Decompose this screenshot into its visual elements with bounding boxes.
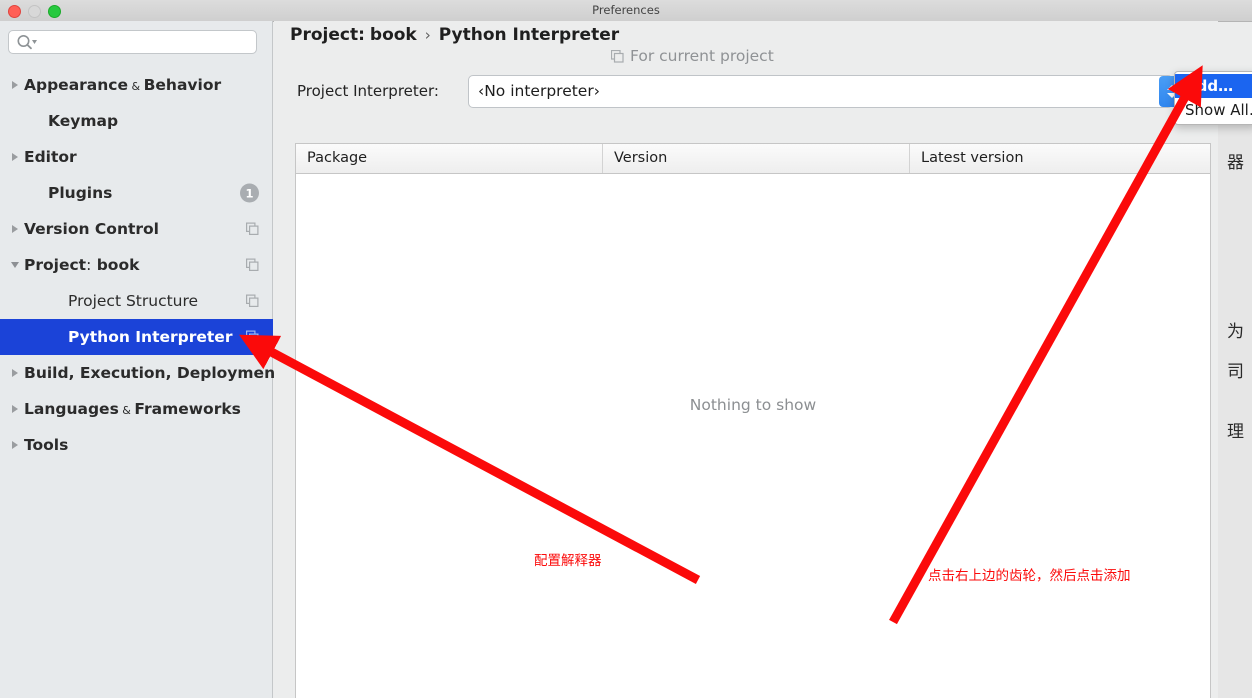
sidebar-item-tools[interactable]: Tools bbox=[0, 427, 273, 463]
scope-note-label: For current project bbox=[630, 47, 774, 65]
window-title: Preferences bbox=[592, 3, 660, 17]
project-interpreter-row: Project Interpreter: ‹No interpreter› bbox=[290, 75, 1190, 109]
sidebar-item-ampersand: & bbox=[118, 404, 135, 417]
sidebar-item-label-secondary: book bbox=[91, 256, 140, 274]
background-cjk-fragment: 司 bbox=[1227, 362, 1244, 382]
popup-menu-item-show-all[interactable]: Show All… bbox=[1175, 98, 1252, 122]
sidebar-item-label: Project Structure bbox=[68, 292, 199, 310]
sidebar-item-label: Version Control bbox=[24, 220, 159, 238]
project-interpreter-value: ‹No interpreter› bbox=[478, 82, 600, 100]
sidebar-item-label: Project: book bbox=[24, 256, 140, 274]
preferences-window: 器为司理 Preferences Appearance & Behavior Ke… bbox=[0, 0, 1252, 698]
sidebar-item-label: Python Interpreter bbox=[68, 328, 233, 346]
expander-collapsed-icon[interactable] bbox=[6, 211, 24, 247]
packages-empty-message: Nothing to show bbox=[689, 396, 817, 414]
sidebar-item-label: Plugins bbox=[48, 184, 113, 202]
packages-table-column-header[interactable]: Package bbox=[296, 144, 603, 173]
breadcrumb-current-page: Python Interpreter bbox=[438, 25, 620, 45]
search-field[interactable] bbox=[8, 30, 257, 54]
project-interpreter-combobox[interactable]: ‹No interpreter› bbox=[468, 75, 1173, 108]
copy-icon bbox=[246, 258, 259, 272]
copy-icon bbox=[246, 294, 259, 308]
configure-interpreter-note: 配置解释器 bbox=[534, 553, 602, 569]
sidebar-item-label: Appearance & Behavior bbox=[24, 76, 222, 94]
sidebar-item-label: Keymap bbox=[48, 112, 119, 130]
project-interpreter-label: Project Interpreter: bbox=[297, 82, 439, 100]
scope-note: For current project bbox=[611, 47, 774, 65]
sidebar-item-version-control[interactable]: Version Control bbox=[0, 211, 273, 247]
sidebar-item-label: Tools bbox=[24, 436, 69, 454]
breadcrumb: Project : book › Python Interpreter bbox=[290, 25, 619, 45]
sidebar-item-label: Languages & Frameworks bbox=[24, 400, 241, 418]
copy-icon bbox=[246, 222, 259, 236]
packages-table-header: Package Version Latest version bbox=[296, 144, 1210, 174]
expander-collapsed-icon[interactable] bbox=[6, 391, 24, 427]
packages-table-column-header[interactable]: Version bbox=[603, 144, 910, 173]
sidebar-item-label: Build, Execution, Deployment bbox=[24, 364, 283, 382]
expander-collapsed-icon[interactable] bbox=[6, 67, 24, 103]
sidebar-item-project[interactable]: Project: book bbox=[0, 247, 273, 283]
sidebar-item-editor[interactable]: Editor bbox=[0, 139, 273, 175]
settings-sidebar: Appearance & Behavior Keymap Editor Plugins… bbox=[0, 21, 283, 698]
sidebar-item-ampersand: & bbox=[128, 80, 144, 93]
background-cjk-fragment: 理 bbox=[1227, 422, 1244, 442]
breadcrumb-project-label: Project bbox=[290, 25, 359, 45]
sidebar-item-label: Editor bbox=[24, 148, 77, 166]
sidebar-item-label-secondary: Frameworks bbox=[134, 400, 241, 418]
background-cjk-fragment: 器 bbox=[1227, 153, 1244, 173]
popup-menu-item-add[interactable]: Add… bbox=[1175, 74, 1252, 98]
copy-icon bbox=[611, 49, 624, 63]
expander-collapsed-icon[interactable] bbox=[6, 139, 24, 175]
sidebar-item-label-secondary: Behavior bbox=[143, 76, 222, 94]
expander-expanded-icon[interactable] bbox=[6, 247, 24, 283]
copy-icon bbox=[246, 330, 259, 344]
breadcrumb-project-name: book bbox=[369, 25, 417, 45]
title-bar: Preferences bbox=[0, 0, 1252, 22]
packages-table: Package Version Latest version Nothing to … bbox=[295, 143, 1211, 698]
sidebar-item-build-execution-deployment[interactable]: Build, Execution, Deployment bbox=[0, 355, 283, 391]
breadcrumb-colon: : bbox=[358, 25, 365, 45]
expander-collapsed-icon[interactable] bbox=[6, 355, 24, 391]
background-cjk-fragment: 为 bbox=[1227, 322, 1244, 342]
expander-collapsed-icon[interactable] bbox=[6, 427, 24, 463]
search-input[interactable] bbox=[8, 30, 257, 54]
main-panel: Project : book › Python Interpreter For … bbox=[274, 21, 1218, 698]
settings-tree: Appearance & Behavior Keymap Editor Plugins… bbox=[0, 67, 283, 463]
breadcrumb-separator-icon: › bbox=[424, 26, 431, 44]
background-right-panel bbox=[1216, 110, 1252, 698]
sidebar-item-plugins[interactable]: Plugins 1 bbox=[0, 175, 273, 211]
sidebar-item-project-structure[interactable]: Project Structure bbox=[0, 283, 273, 319]
sidebar-item-keymap[interactable]: Keymap bbox=[0, 103, 273, 139]
sidebar-item-appearance[interactable]: Appearance & Behavior bbox=[0, 67, 273, 103]
sidebar-item-badge: 1 bbox=[240, 183, 259, 203]
sidebar-item-languages[interactable]: Languages & Frameworks bbox=[0, 391, 273, 427]
click-gear-then-add-note: 点击右上边的齿轮，然后点击添加 bbox=[928, 568, 1131, 584]
interpreter-popup-menu[interactable]: Add…Show All… bbox=[1174, 71, 1252, 125]
sidebar-item-python-interpreter[interactable]: Python Interpreter bbox=[0, 319, 273, 355]
packages-table-column-header[interactable]: Latest version bbox=[910, 144, 1210, 173]
